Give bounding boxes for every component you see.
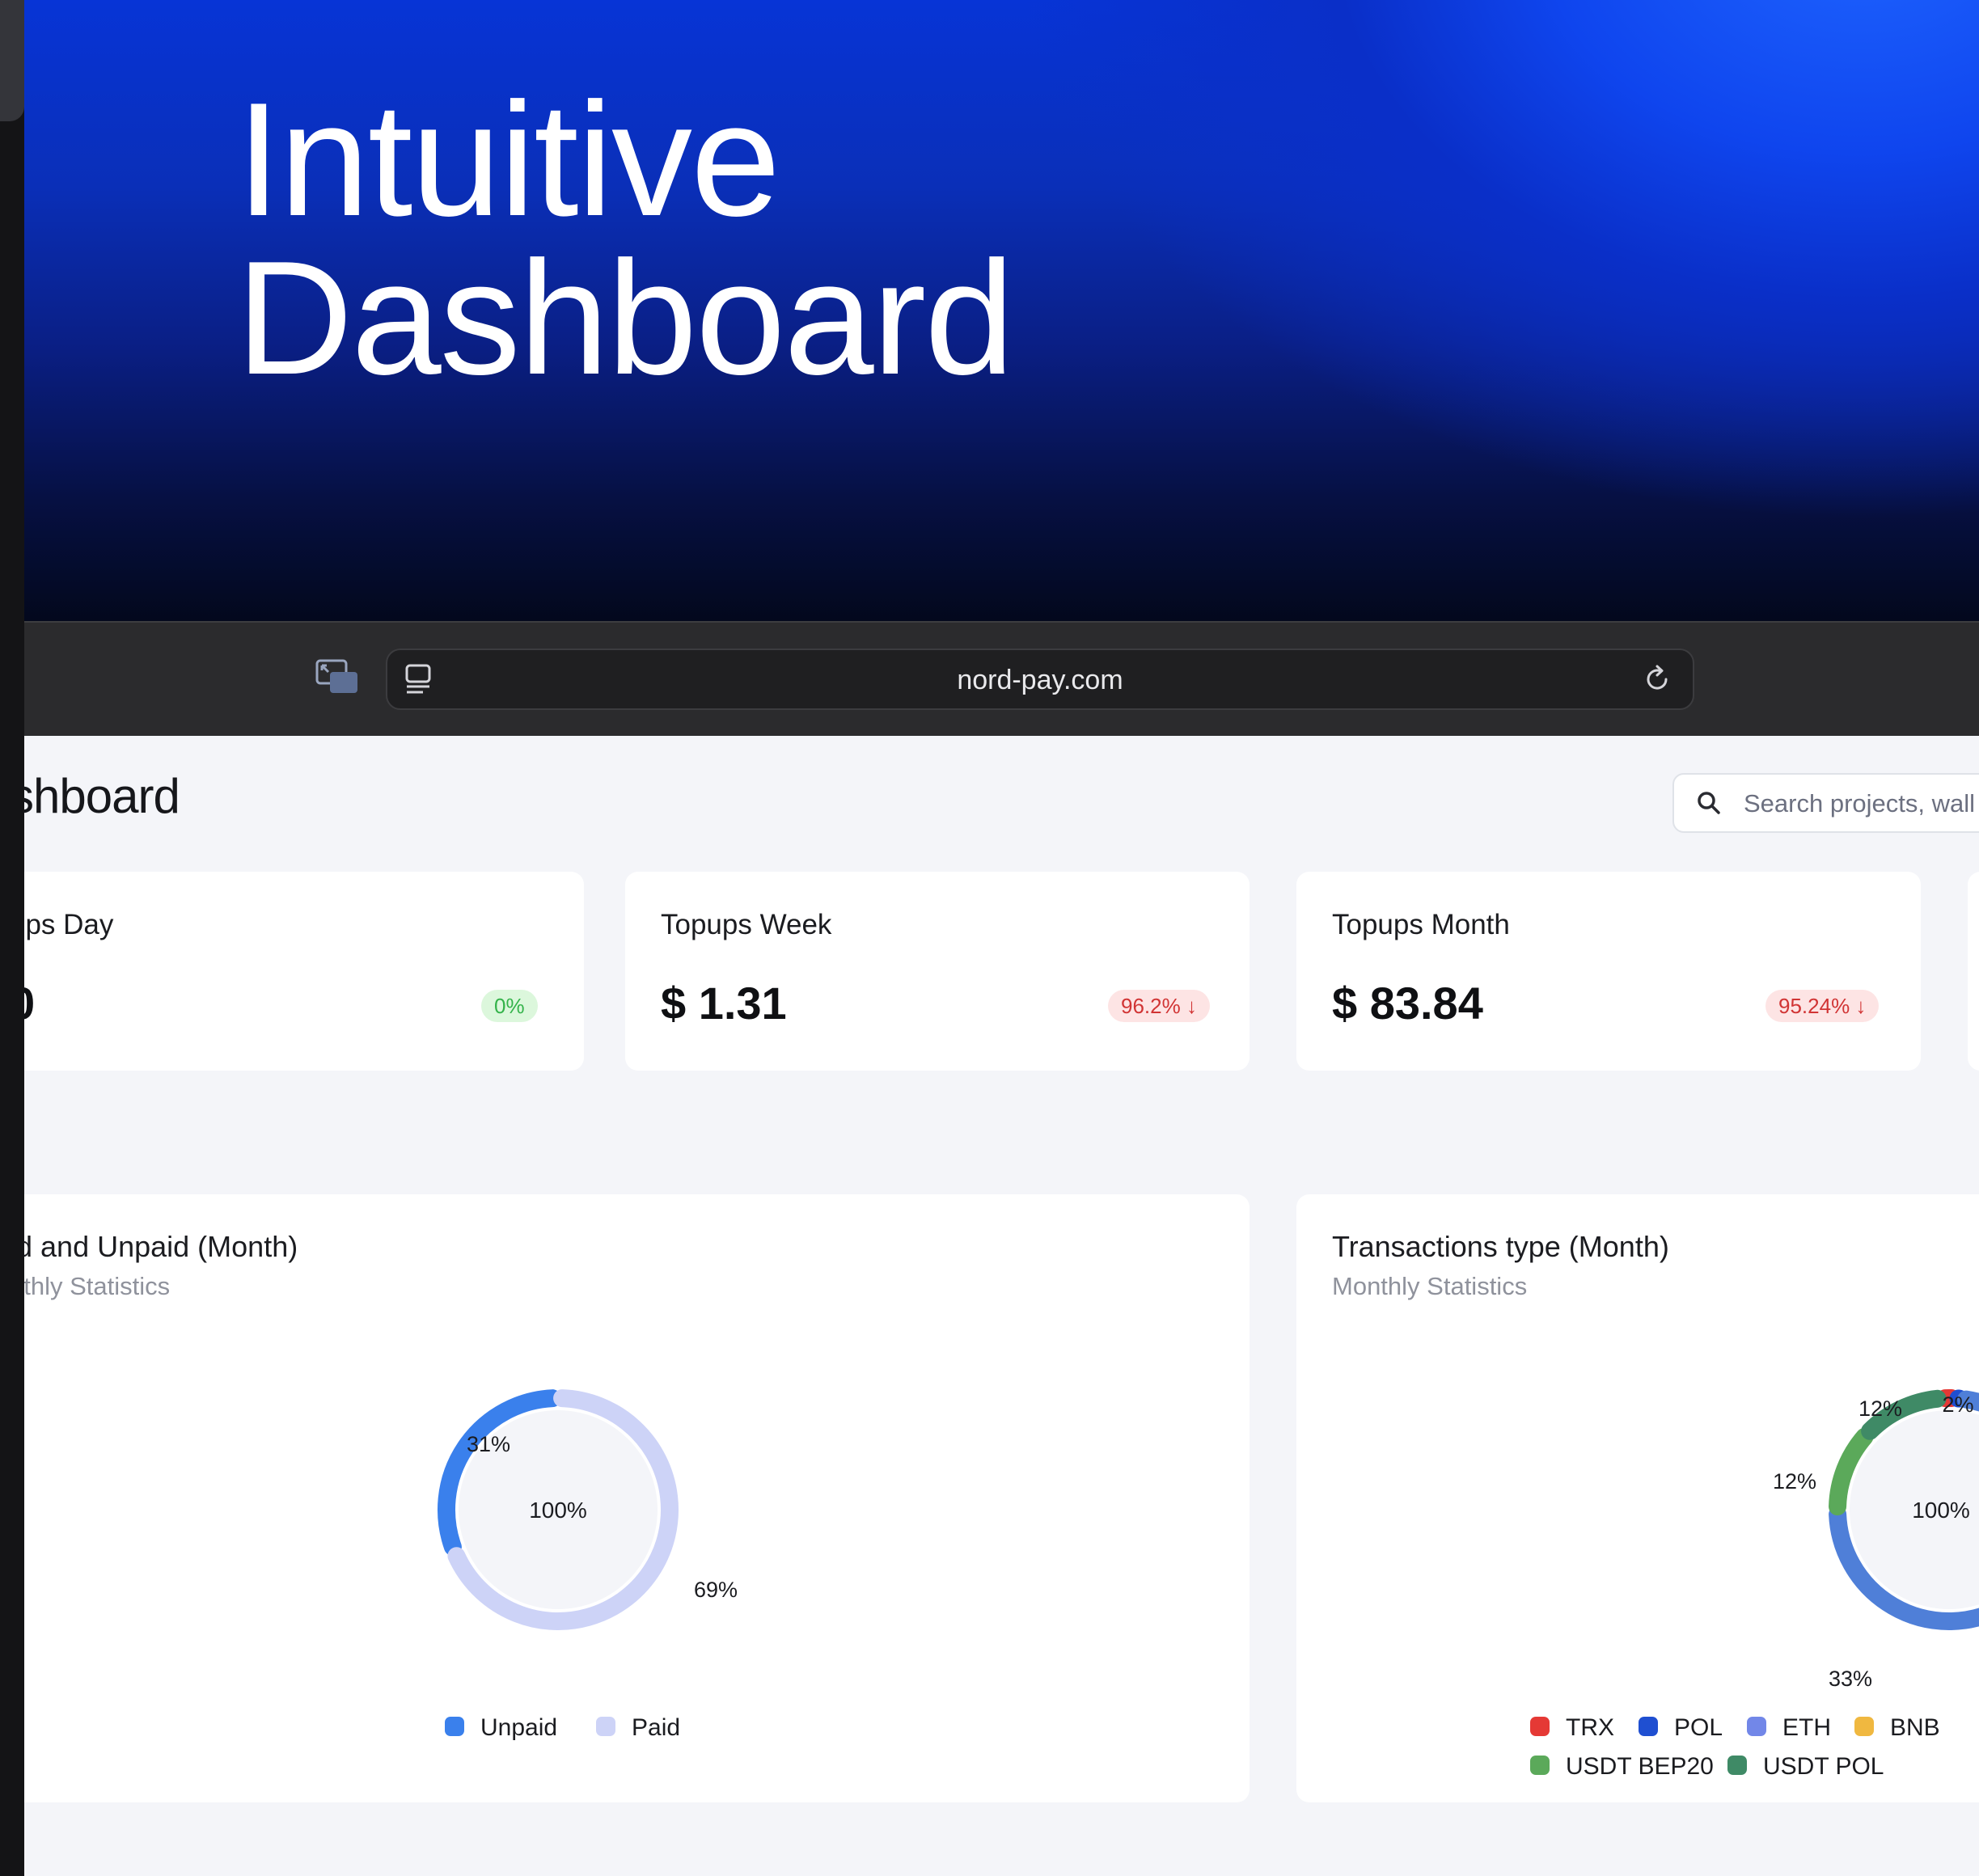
stat-card-topups-day: ups Day 0 0%: [24, 872, 584, 1071]
legend-label: USDT POL: [1763, 1753, 1884, 1780]
legend-item-unpaid[interactable]: Unpaid: [445, 1714, 557, 1742]
search-icon: [1698, 792, 1720, 814]
stat-value: 0: [24, 977, 35, 1029]
legend-label: POL: [1674, 1714, 1723, 1741]
legend-item-bnb[interactable]: BNB: [1854, 1714, 1940, 1742]
legend-label: USDT BEP20: [1566, 1753, 1714, 1780]
stat-value: $ 83.84: [1332, 978, 1483, 1029]
legend-item-pol[interactable]: POL: [1639, 1714, 1723, 1742]
legend-label: BNB: [1890, 1714, 1940, 1741]
donut-slice-label: 12%: [1858, 1396, 1902, 1421]
donut-center-label: 100%: [529, 1498, 587, 1523]
legend-swatch: [445, 1717, 464, 1737]
stat-card-topups-month: Topups Month $ 83.84 95.24% ↓: [1296, 872, 1921, 1071]
donut-chart-transactions: 100% 2% 12% 12% 33%: [1773, 1389, 1979, 1691]
legend-label: ETH: [1782, 1714, 1831, 1741]
donut-slice-label: 31%: [467, 1432, 510, 1456]
change-badge: 0%: [481, 990, 538, 1022]
stat-card-partial: [1968, 872, 1979, 1071]
hero-title: Intuitive Dashboard: [236, 70, 1014, 408]
donut-slice-label: 12%: [1773, 1469, 1816, 1494]
search-placeholder: Search projects, wall: [1744, 789, 1976, 818]
legend-item-trx[interactable]: TRX: [1530, 1714, 1614, 1742]
stat-label: Topups Month: [1332, 909, 1510, 940]
legend-swatch: [1727, 1756, 1747, 1776]
donut-center-label: 100%: [1912, 1498, 1970, 1523]
legend-item-paid[interactable]: Paid: [596, 1714, 680, 1742]
legend-item-eth[interactable]: ETH: [1747, 1714, 1831, 1742]
legend-swatch: [1530, 1756, 1550, 1776]
legend-label: TRX: [1566, 1714, 1614, 1741]
left-window-edge: [0, 0, 24, 1876]
legend-swatch: [1530, 1717, 1550, 1737]
legend-label: Paid: [632, 1714, 681, 1741]
page-title: shboard: [24, 769, 180, 823]
chart-card-transactions-type: Transactions type (Month) Monthly Statis…: [1296, 1194, 1979, 1802]
chart-card-paid-unpaid: id and Unpaid (Month) nthly Statistics 1…: [24, 1194, 1250, 1802]
stat-label: ups Day: [24, 909, 114, 940]
legend-item-usdt-bep20[interactable]: USDT BEP20: [1530, 1753, 1714, 1781]
legend-swatch: [1747, 1717, 1766, 1737]
hero-banner: Intuitive Dashboard: [0, 0, 1979, 623]
tab-overview-icon[interactable]: [315, 659, 359, 695]
dashboard-page: shboard Search projects, wall ups Day 0 …: [24, 736, 1979, 1876]
stat-card-topups-week: Topups Week $ 1.31 96.2% ↓: [625, 872, 1250, 1071]
legend-swatch: [596, 1717, 615, 1737]
donut-slice-label: 2%: [1942, 1392, 1973, 1417]
donut-slice-label: 33%: [1829, 1667, 1872, 1691]
legend-label: Unpaid: [480, 1714, 558, 1741]
stat-label: Topups Week: [661, 909, 832, 940]
search-input[interactable]: Search projects, wall: [1672, 773, 1979, 833]
legend-item-usdt-pol[interactable]: USDT POL: [1727, 1753, 1884, 1781]
change-badge: 95.24% ↓: [1765, 990, 1880, 1022]
browser-toolbar: nord-pay.com: [24, 621, 1979, 736]
legend-swatch: [1854, 1717, 1874, 1737]
reload-icon[interactable]: [1641, 663, 1673, 695]
stat-value: $ 1.31: [661, 978, 787, 1029]
donut-chart-paid-unpaid: 100% 31% 69%: [438, 1389, 738, 1630]
address-bar[interactable]: nord-pay.com: [386, 649, 1694, 710]
donut-slice-label: 69%: [694, 1578, 738, 1602]
change-badge: 96.2% ↓: [1108, 990, 1210, 1022]
address-url: nord-pay.com: [957, 665, 1123, 695]
left-window-edge-top: [0, 0, 24, 121]
legend-swatch: [1639, 1717, 1658, 1737]
